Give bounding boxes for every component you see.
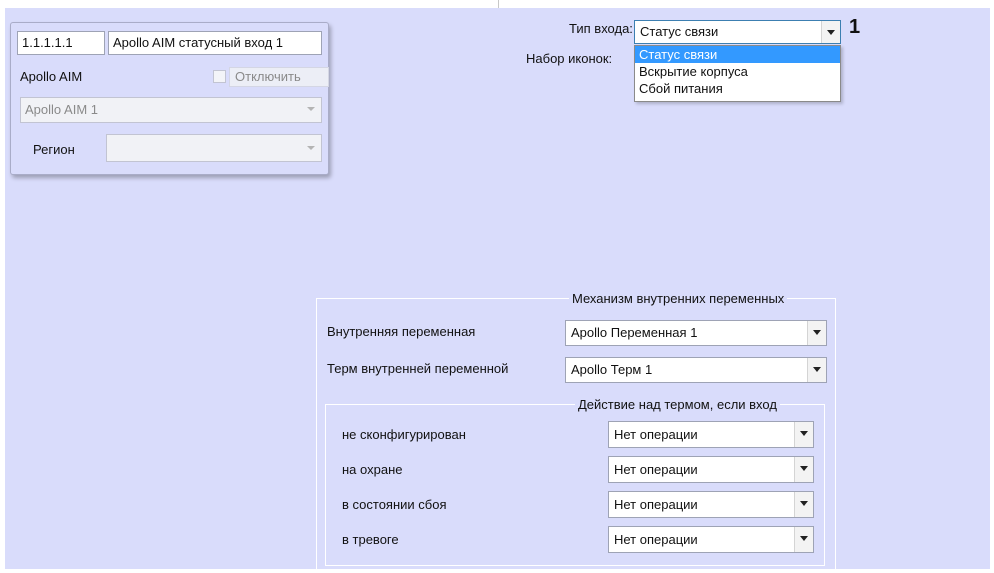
parent-device-value: Apollo AIM 1 — [25, 102, 98, 117]
term-action-title: Действие над термом, если вход — [575, 397, 780, 412]
chevron-down-icon[interactable] — [794, 527, 813, 552]
parent-label: Apollo AIM — [20, 69, 83, 84]
row-label-fault: в состоянии сбоя — [342, 497, 447, 512]
top-separator — [498, 0, 499, 8]
input-type-label: Тип входа: — [569, 21, 633, 36]
action-value: Нет операции — [614, 497, 698, 512]
disable-label: Отключить — [229, 67, 329, 87]
chevron-down-icon — [307, 146, 315, 150]
chevron-down-icon[interactable] — [807, 321, 826, 345]
device-name-field[interactable]: Apollo AIM статусный вход 1 — [108, 31, 322, 55]
input-type-dropdown: Статус связи Вскрытие корпуса Сбой питан… — [634, 45, 841, 102]
device-card: 1.1.1.1.1 Apollo AIM статусный вход 1 Ap… — [10, 22, 329, 175]
chevron-down-icon[interactable] — [794, 492, 813, 517]
term-select[interactable]: Apollo Терм 1 — [565, 357, 827, 383]
row-label-unconfigured: не сконфигурирован — [342, 427, 466, 442]
chevron-down-icon — [307, 107, 315, 111]
internal-vars-title: Механизм внутренних переменных — [569, 291, 788, 306]
icon-set-label: Набор иконок: — [526, 51, 613, 66]
callout-number: 1 — [849, 16, 861, 38]
chevron-down-icon[interactable] — [794, 422, 813, 447]
region-label: Регион — [33, 142, 75, 157]
chevron-down-icon[interactable] — [807, 358, 826, 382]
action-value: Нет операции — [614, 532, 698, 547]
action-value: Нет операции — [614, 462, 698, 477]
variable-label: Внутренняя переменная — [327, 324, 476, 339]
row-label-alarm: в тревоге — [342, 532, 399, 547]
input-type-value: Статус связи — [640, 24, 719, 39]
region-select[interactable] — [106, 134, 322, 162]
chevron-down-icon[interactable] — [794, 457, 813, 482]
device-address-field[interactable]: 1.1.1.1.1 — [17, 31, 105, 55]
parent-device-select[interactable]: Apollo AIM 1 — [20, 97, 322, 123]
term-label: Терм внутренней переменной — [327, 361, 509, 376]
action-select-unconfigured[interactable]: Нет операции — [608, 421, 814, 448]
action-select-alarm[interactable]: Нет операции — [608, 526, 814, 553]
variable-value: Apollo Переменная 1 — [571, 325, 698, 340]
term-value: Apollo Терм 1 — [571, 362, 653, 377]
dropdown-option[interactable]: Сбой питания — [635, 80, 840, 97]
disable-checkbox[interactable] — [213, 70, 226, 83]
chevron-down-icon[interactable] — [821, 21, 840, 43]
action-select-armed[interactable]: Нет операции — [608, 456, 814, 483]
action-value: Нет операции — [614, 427, 698, 442]
variable-select[interactable]: Apollo Переменная 1 — [565, 320, 827, 346]
dropdown-option[interactable]: Статус связи — [635, 46, 840, 63]
input-type-select[interactable]: Статус связи — [634, 20, 841, 44]
dropdown-option[interactable]: Вскрытие корпуса — [635, 63, 840, 80]
row-label-armed: на охране — [342, 462, 403, 477]
top-strip — [0, 0, 994, 8]
action-select-fault[interactable]: Нет операции — [608, 491, 814, 518]
